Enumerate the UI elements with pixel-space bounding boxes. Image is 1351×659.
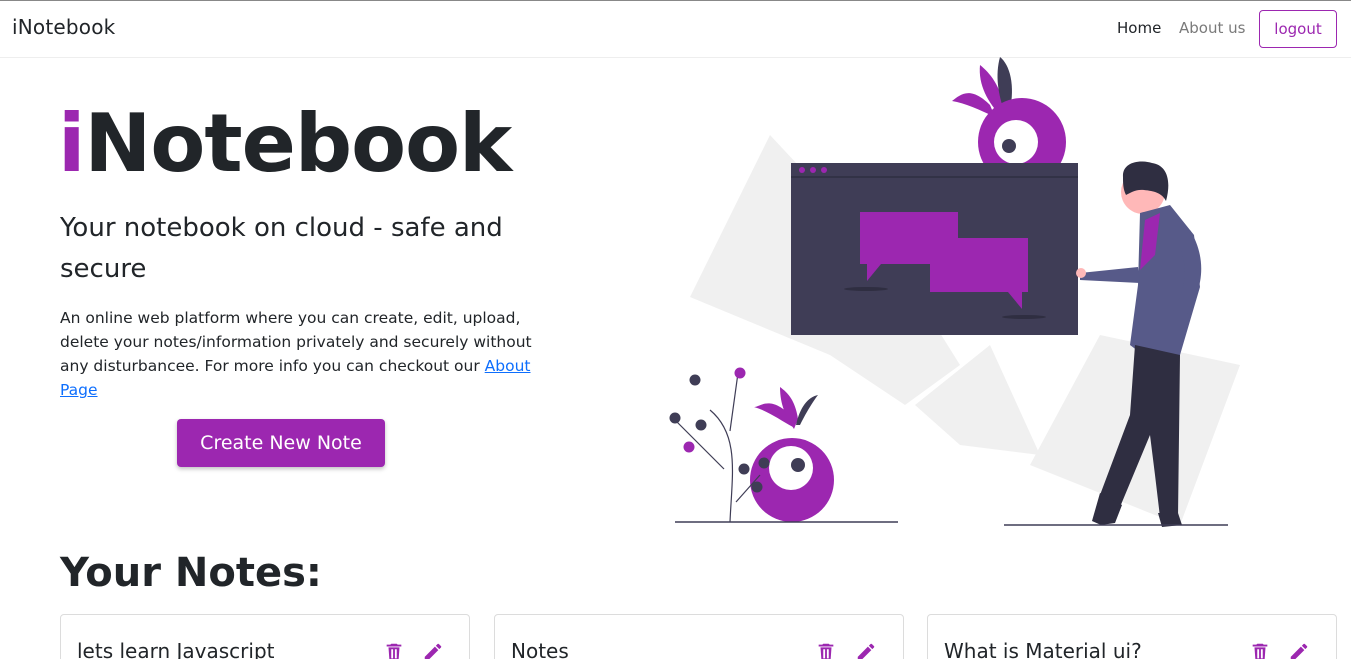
create-note-button[interactable]: Create New Note — [177, 419, 385, 467]
trash-icon[interactable] — [1249, 641, 1271, 659]
plant-dot-8 — [751, 481, 763, 493]
hero-description-text: An online web platform where you can cre… — [60, 309, 532, 375]
note-title: lets learn Javascript — [77, 639, 275, 659]
plant-dot-2 — [734, 367, 746, 379]
bottom-creature-eye — [769, 446, 813, 490]
plant-branch-2 — [729, 372, 739, 432]
navbar-brand[interactable]: iNotebook — [12, 15, 115, 39]
top-creature-pupil — [1002, 139, 1016, 153]
logout-button[interactable]: logout — [1259, 10, 1337, 48]
hero-title-first-letter: i — [58, 97, 85, 190]
browser-dot-3 — [821, 167, 827, 173]
browser-dot-2 — [810, 167, 816, 173]
navbar: iNotebook Home About us logout — [0, 0, 1351, 58]
note-card: What is Material ui? — [927, 614, 1337, 659]
plant-dot-3 — [669, 412, 681, 424]
plant-dot-5 — [683, 441, 695, 453]
pencil-icon[interactable] — [422, 641, 444, 659]
hero-title-rest: Notebook — [84, 97, 512, 190]
top-creature-eye — [994, 120, 1038, 164]
note-title: Notes — [511, 639, 569, 659]
bottom-creature-pupil — [791, 458, 805, 472]
note-title: What is Material ui? — [944, 639, 1142, 659]
chat-shadow-2 — [1002, 315, 1046, 319]
plant-dot-6 — [738, 463, 750, 475]
trash-icon[interactable] — [815, 641, 837, 659]
pencil-icon[interactable] — [855, 641, 877, 659]
note-card: Notes — [494, 614, 904, 659]
hero-title: iNotebook — [58, 97, 512, 190]
hero-description: An online web platform where you can cre… — [60, 306, 550, 402]
pencil-icon[interactable] — [1288, 641, 1310, 659]
trash-icon[interactable] — [383, 641, 405, 659]
chat-bubble-2 — [930, 238, 1028, 292]
plant-dot-7 — [758, 457, 770, 469]
plant-dot-4 — [695, 419, 707, 431]
plant-dot-1 — [689, 374, 701, 386]
bottom-leaf-dark — [796, 395, 818, 425]
nav-link-home[interactable]: Home — [1117, 19, 1161, 37]
browser-dot-1 — [799, 167, 805, 173]
hero-illustration — [669, 57, 1240, 527]
nav-link-about[interactable]: About us — [1179, 19, 1245, 37]
chat-shadow-1 — [844, 287, 888, 291]
notes-heading: Your Notes: — [60, 550, 322, 596]
hero-subtitle: Your notebook on cloud - safe and secure — [60, 213, 503, 284]
note-card: lets learn Javascript — [60, 614, 470, 659]
